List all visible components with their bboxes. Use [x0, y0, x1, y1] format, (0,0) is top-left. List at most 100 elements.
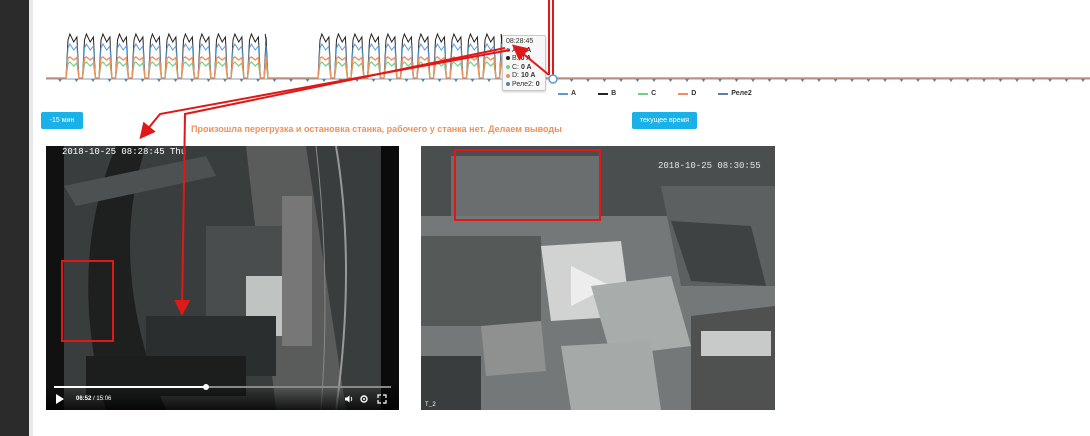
relay-marker — [140, 79, 145, 82]
relay-marker — [1015, 79, 1019, 82]
tooltip-time: 08:28:45 — [506, 38, 534, 45]
tooltip-value: 10 A — [520, 72, 536, 80]
tooltip-label: B: — [512, 55, 521, 63]
relay-marker — [817, 79, 821, 82]
legend-label: Реле2 — [731, 90, 752, 97]
relay-marker — [157, 79, 161, 82]
tooltip-row: C: 0 A — [506, 64, 542, 73]
relay-marker — [124, 79, 128, 82]
relay-marker — [850, 79, 854, 82]
relay-marker — [454, 79, 458, 82]
relay-marker — [982, 79, 986, 82]
tooltip-label: C: — [512, 63, 521, 71]
relay-marker — [322, 79, 326, 82]
legend-marker-icon — [598, 92, 609, 95]
legend-item[interactable]: A — [558, 90, 576, 97]
relay-marker — [916, 79, 920, 82]
relay-marker — [190, 79, 194, 82]
duration: 15:06 — [96, 396, 112, 402]
relay-marker — [1031, 79, 1036, 82]
relay-marker — [784, 79, 788, 82]
video-left-progress[interactable] — [54, 384, 391, 390]
progress-fill — [54, 386, 206, 388]
video-left-controls: 06:52 / 15:06 — [46, 384, 399, 410]
camera-label: T_2 — [425, 401, 436, 408]
relay-marker — [421, 79, 425, 82]
relay-marker — [932, 79, 937, 82]
legend-item[interactable]: B — [598, 90, 616, 97]
relay-marker — [437, 79, 442, 82]
progress-handle[interactable] — [202, 384, 209, 390]
relay-marker — [751, 79, 755, 82]
relay-marker — [1064, 79, 1069, 82]
tooltip-label: Реле2: — [512, 80, 536, 88]
tooltip-value: 0 — [535, 80, 540, 88]
relay-marker — [569, 79, 574, 82]
series-b-line — [46, 32, 1090, 79]
video-player-right[interactable]: 2018-10-25 08:30:55 T_2 — [421, 146, 775, 410]
relay-marker — [668, 79, 673, 82]
relay-marker — [404, 79, 409, 82]
relay-marker — [883, 79, 887, 82]
relay-marker — [767, 79, 772, 82]
series-c-line — [46, 61, 1090, 79]
legend-item[interactable]: C — [638, 90, 656, 97]
video-player-left[interactable]: 2018-10-25 08:28:45 Thu 06:52 / 15:06 — [46, 146, 399, 410]
legend-label: D — [691, 90, 697, 97]
chart-cursor-point — [548, 74, 558, 84]
relay-marker — [1081, 79, 1085, 82]
relay-marker — [107, 79, 112, 82]
relay-marker — [833, 79, 838, 82]
relay-marker — [289, 79, 293, 82]
relay-marker — [800, 79, 805, 82]
legend-label: C — [651, 90, 657, 97]
relay-marker — [223, 79, 227, 82]
relay-marker — [586, 79, 590, 82]
gear-icon[interactable] — [359, 394, 369, 404]
legend-marker-icon — [718, 92, 729, 95]
relay-marker — [173, 79, 178, 82]
legend-marker-icon — [558, 92, 568, 95]
relay-marker — [206, 79, 211, 82]
tooltip-value: 0 A — [520, 63, 532, 71]
relay-marker — [388, 79, 392, 82]
fullscreen-icon[interactable] — [377, 394, 387, 404]
series-dot-icon — [506, 47, 510, 52]
legend-item[interactable]: Реле2 — [718, 90, 752, 97]
relay-marker — [866, 79, 871, 82]
incident-note: Произошла перегрузка и остановка станка,… — [191, 124, 562, 134]
relay-marker — [338, 79, 343, 82]
relay-marker — [949, 79, 953, 82]
relay-marker — [272, 79, 277, 82]
relay-marker — [1048, 79, 1052, 82]
minus-15-min-button[interactable]: -15 мин — [41, 112, 83, 129]
relay-marker — [899, 79, 904, 82]
highlight-box-machine — [454, 149, 601, 221]
video-right-timestamp: 2018-10-25 08:30:55 — [658, 161, 761, 171]
legend-label: B — [611, 90, 617, 97]
chart-legend: A B C D Реле2 — [558, 90, 752, 97]
current-time: 06:52 — [76, 396, 92, 402]
relay-marker — [718, 79, 722, 82]
volume-icon[interactable] — [344, 394, 354, 404]
legend-marker-icon — [678, 92, 689, 95]
play-icon[interactable] — [56, 394, 64, 404]
relay-marker — [74, 79, 79, 82]
tooltip-row: A: 0 A — [506, 47, 542, 56]
legend-item[interactable]: D — [678, 90, 696, 97]
tooltip-row: D: 10 A — [506, 72, 542, 81]
relay-marker — [305, 79, 310, 82]
relay-marker — [701, 79, 706, 82]
relay-marker — [635, 79, 640, 82]
relay-marker — [998, 79, 1003, 82]
relay-marker — [652, 79, 656, 82]
tooltip-value: 0 A — [520, 55, 532, 63]
series-a-line — [46, 42, 1090, 79]
video-left-timestamp: 2018-10-25 08:28:45 Thu — [62, 147, 187, 157]
tooltip-label: A: — [512, 46, 521, 54]
relay-marker — [58, 79, 62, 82]
current-time-button[interactable]: текущее время — [632, 112, 697, 129]
relay-marker — [256, 79, 260, 82]
relay-marker — [371, 79, 376, 82]
relay-marker — [734, 79, 739, 82]
